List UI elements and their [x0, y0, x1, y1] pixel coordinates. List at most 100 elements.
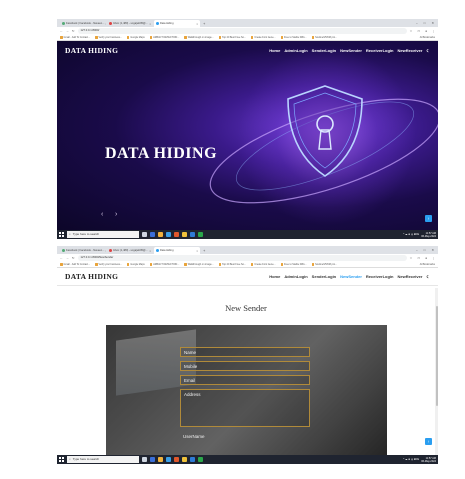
email-field[interactable]: Email	[180, 375, 310, 385]
bookmark-item[interactable]: Free to Stable Diffu...	[280, 263, 307, 266]
site-logo[interactable]: DATA HIDING	[65, 272, 118, 281]
maximize-button[interactable]: □	[424, 247, 426, 254]
back-icon[interactable]: ←	[60, 256, 63, 260]
sidebar-icon[interactable]: ▭	[417, 256, 420, 260]
nav-sender-login[interactable]: SenderLogin	[312, 274, 336, 279]
new-tab-button[interactable]: +	[201, 20, 207, 27]
moon-icon[interactable]: ☾	[426, 274, 430, 279]
minimize-button[interactable]: –	[416, 247, 418, 254]
name-field[interactable]: Name	[180, 347, 310, 357]
nav-home[interactable]: Home	[269, 274, 280, 279]
edge-icon[interactable]	[166, 232, 171, 237]
scroll-to-top-button[interactable]: ↑	[425, 438, 432, 445]
minimize-button[interactable]: –	[416, 20, 418, 27]
nav-home[interactable]: Home	[269, 48, 280, 53]
bookmark-item[interactable]: Google Maps	[126, 36, 145, 39]
app-icon[interactable]	[198, 457, 203, 462]
app-icon[interactable]	[198, 232, 203, 237]
close-tab-icon[interactable]: ×	[149, 249, 151, 253]
file-explorer-icon[interactable]	[158, 232, 163, 237]
carousel-next-button[interactable]: ›	[115, 211, 117, 218]
mobile-field[interactable]: Mobile	[180, 361, 310, 371]
scroll-to-top-button[interactable]: ↑	[425, 215, 432, 222]
file-explorer-icon[interactable]	[158, 457, 163, 462]
browser-tab[interactable]: Inbox (1,480) - ucgajwb95@... ×	[107, 20, 153, 27]
bookmark-item[interactable]: ARBACT DETECTION...	[149, 263, 179, 266]
browser-tab-active[interactable]: Data Hiding ×	[154, 247, 200, 254]
browser-tab[interactable]: Facebook | Facebook - Naveen...×	[60, 20, 106, 27]
store-icon[interactable]	[190, 457, 195, 462]
profile-icon[interactable]: ●	[425, 256, 427, 260]
maximize-button[interactable]: □	[424, 20, 426, 27]
tray-icons[interactable]: ^ ☁ ⊕ ◎ ENG	[403, 458, 419, 461]
bookmark-item[interactable]: Create Font Gene...	[250, 36, 276, 39]
windows-start-icon[interactable]	[59, 232, 64, 237]
all-bookmarks[interactable]: All Bookmarks	[420, 36, 435, 39]
reload-icon[interactable]: ↻	[72, 29, 75, 33]
nav-new-sender[interactable]: NewSender	[340, 274, 362, 279]
bookmark-item[interactable]: Verify your business...	[95, 36, 122, 39]
address-textarea[interactable]: Address	[180, 389, 310, 427]
close-tab-icon[interactable]: ×	[149, 22, 151, 26]
site-logo[interactable]: DATA HIDING	[65, 46, 118, 55]
bookmark-item[interactable]: Gmail · Add To Contact...	[60, 263, 90, 266]
address-bar[interactable]: 127.0.0.1:8000/	[77, 28, 407, 34]
app-thumbnail-icon[interactable]	[142, 232, 147, 237]
close-tab-icon[interactable]: ×	[105, 249, 106, 253]
close-tab-icon[interactable]: ×	[105, 22, 106, 26]
app-icon[interactable]	[174, 232, 179, 237]
close-window-button[interactable]: ✕	[431, 247, 434, 254]
nav-new-receiver[interactable]: NewReceiver	[398, 274, 423, 279]
browser-tab-active[interactable]: Data Hiding ×	[154, 20, 200, 27]
browser-tab[interactable]: Facebook | Facebook - Naveen...×	[60, 247, 106, 254]
folder-icon[interactable]	[182, 232, 187, 237]
menu-icon[interactable]: ⋮	[432, 256, 435, 260]
bookmark-item[interactable]: Walkthrough on image...	[184, 263, 214, 266]
task-view-icon[interactable]	[150, 457, 155, 462]
nav-receiver-login[interactable]: ReceiverLogin	[366, 48, 394, 53]
bookmark-item[interactable]: Walkthrough on image...	[184, 36, 214, 39]
taskbar-search[interactable]: ⌕ Type here to search	[67, 456, 139, 463]
tray-icons[interactable]: ^ ☁ ⊕ ◎ ENG	[403, 233, 419, 236]
close-tab-icon[interactable]: ×	[196, 249, 198, 253]
bookmark-item[interactable]: Top 20 Best Free So...	[218, 36, 246, 39]
taskbar-search[interactable]: ⌕ Type here to search	[67, 231, 139, 238]
close-window-button[interactable]: ✕	[431, 20, 434, 27]
back-icon[interactable]: ←	[60, 29, 63, 33]
windows-start-icon[interactable]	[59, 457, 64, 462]
reload-icon[interactable]: ↻	[72, 256, 75, 260]
task-view-icon[interactable]	[150, 232, 155, 237]
carousel-prev-button[interactable]: ‹	[101, 211, 103, 218]
bookmark-item[interactable]: ARBACT DETECTION...	[149, 36, 179, 39]
clock[interactable]: 11:57 AM 06-May-2024	[421, 457, 436, 463]
bookmark-item[interactable]: Top 20 Best Free So...	[218, 263, 246, 266]
bookmark-item[interactable]: Free to Stable Diffu...	[280, 36, 307, 39]
folder-icon[interactable]	[182, 457, 187, 462]
profile-icon[interactable]: ●	[425, 29, 427, 33]
sidebar-icon[interactable]: ▭	[417, 29, 420, 33]
username-field[interactable]: UserName	[180, 432, 310, 442]
bookmark-item[interactable]: Gmail · Add To Contact...	[60, 36, 90, 39]
nav-receiver-login[interactable]: ReceiverLogin	[366, 274, 394, 279]
store-icon[interactable]	[190, 232, 195, 237]
clock[interactable]: 11:57 AM 06-May-2024	[421, 232, 436, 238]
moon-icon[interactable]: ☾	[426, 48, 430, 53]
star-icon[interactable]: ☆	[410, 256, 413, 260]
nav-admin-login[interactable]: AdminLogin	[284, 274, 307, 279]
nav-new-receiver[interactable]: NewReceiver	[398, 48, 423, 53]
app-icon[interactable]	[174, 457, 179, 462]
all-bookmarks[interactable]: All Bookmarks	[420, 263, 435, 266]
bookmark-item[interactable]: Google Maps	[126, 263, 145, 266]
menu-icon[interactable]: ⋮	[432, 29, 435, 33]
nav-admin-login[interactable]: AdminLogin	[284, 48, 307, 53]
app-thumbnail-icon[interactable]	[142, 457, 147, 462]
new-tab-button[interactable]: +	[201, 247, 207, 254]
nav-new-sender[interactable]: NewSender	[340, 48, 362, 53]
forward-icon[interactable]: →	[66, 256, 69, 260]
bookmark-item[interactable]: SoulmelVMVM pro...	[311, 36, 337, 39]
forward-icon[interactable]: →	[66, 29, 69, 33]
bookmark-item[interactable]: SoulmelVMVM pro...	[311, 263, 337, 266]
star-icon[interactable]: ☆	[410, 29, 413, 33]
browser-tab[interactable]: Inbox (1,480) - ucgajwb95@... ×	[107, 247, 153, 254]
bookmark-item[interactable]: Create Font Gene...	[250, 263, 276, 266]
